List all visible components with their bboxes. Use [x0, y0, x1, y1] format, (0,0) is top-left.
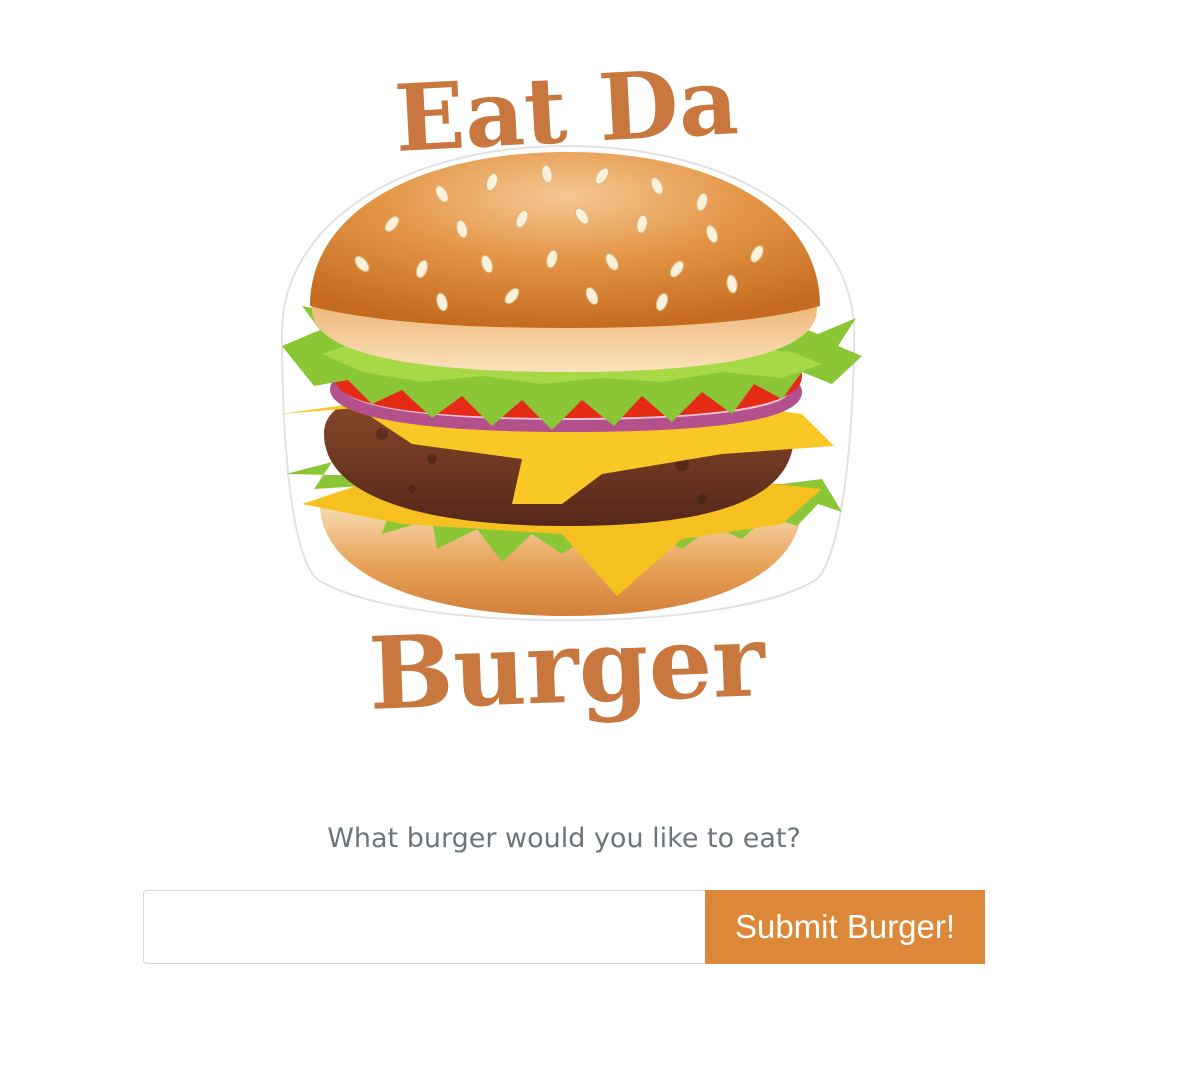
burger-form: Submit Burger!: [143, 890, 985, 964]
burger-prompt: What burger would you like to eat?: [327, 823, 801, 854]
submit-burger-button[interactable]: Submit Burger!: [705, 890, 985, 964]
burger-name-input[interactable]: [143, 890, 705, 964]
logo-bottom-word: Burger: [367, 601, 768, 733]
eat-da-burger-logo: Eat Da Burger: [262, 34, 872, 754]
